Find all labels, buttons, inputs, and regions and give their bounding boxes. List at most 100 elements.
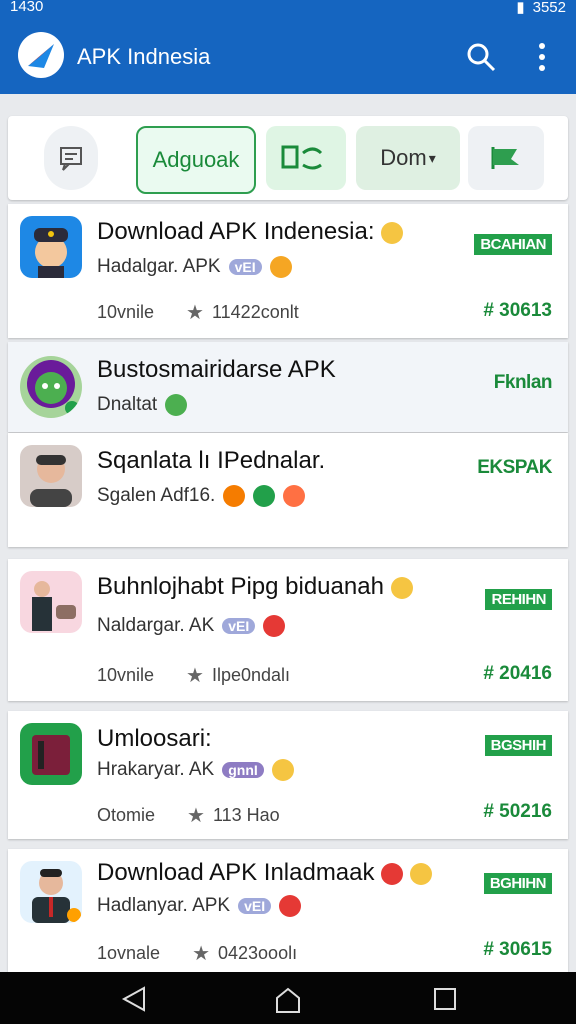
back-icon[interactable] <box>120 986 148 1012</box>
filter-bar: Adguoak Dom ▾ <box>8 116 568 200</box>
emoji-icon <box>279 895 302 917</box>
rating-text: 11422conlt <box>211 302 299 322</box>
recents-icon[interactable] <box>432 986 458 1012</box>
filter-chip-0[interactable]: Adguoak <box>136 126 256 194</box>
price-text: # 20416 <box>483 663 552 684</box>
system-nav-bar <box>0 972 576 1024</box>
chevron-down-icon: ▾ <box>428 149 436 166</box>
more-vert-icon[interactable] <box>536 42 548 77</box>
meta-line: 10vnile ★ Ilpe0ndalı <box>97 663 290 688</box>
star-icon: ★ <box>186 302 204 324</box>
status-bar: 1430 ▮ 3552 <box>0 0 576 20</box>
emoji-icon <box>381 862 404 885</box>
rating-text: 113 Hao <box>212 805 280 825</box>
app-row[interactable]: Umloosari: Hrakaryar. AK gnnI Otomie ★ 1… <box>8 711 568 839</box>
developer-line: Hadalgar. APK vEI <box>97 256 292 278</box>
status-time: 1430 <box>10 0 44 15</box>
status-badge: BGHIHN <box>483 873 552 894</box>
app-title-text: Bustosmairidarse APK <box>97 356 336 383</box>
emoji-icon <box>283 485 306 507</box>
app-title-label: Download APK Inladmaak <box>97 859 375 886</box>
app-icon <box>20 216 82 278</box>
app-row[interactable]: Download APK Inladmaak Hadlanyar. APK vE… <box>8 849 568 973</box>
battery-icon: ▮ <box>516 0 525 16</box>
developer-name: Naldargar. AK <box>97 615 215 636</box>
filter-chip-1[interactable]: Dom ▾ <box>356 126 460 190</box>
star-icon: ★ <box>187 805 205 827</box>
download-count: 10vnile <box>97 665 155 685</box>
download-count: 1ovnale <box>97 943 161 963</box>
app-title-text: Sqanlata lı IPednalar. <box>97 447 326 474</box>
emoji-icon <box>269 256 292 278</box>
app-title-text: Buhnlojhabt Pipg biduanah <box>97 573 413 601</box>
status-badge: REHIHN <box>485 589 552 610</box>
flag-filter-button[interactable] <box>468 126 544 190</box>
tag-pill: vEI <box>238 898 272 914</box>
app-row[interactable]: Buhnlojhabt Pipg biduanah Naldargar. AK … <box>8 559 568 701</box>
emoji-icon <box>223 485 246 507</box>
developer-name: Hrakaryar. AK <box>97 759 215 780</box>
meta-line: Otomie ★ 113 Hao <box>97 803 280 828</box>
download-count: Otomie <box>97 805 156 825</box>
app-title: APK Indnesia <box>77 44 211 69</box>
app-title-text: Download APK Inladmaak <box>97 859 432 887</box>
search-icon[interactable] <box>466 42 496 77</box>
app-icon <box>20 723 82 785</box>
tag-pill: vEI <box>222 618 256 634</box>
download-count: 10vnile <box>97 302 155 322</box>
rating-text: 0423ooolı <box>218 943 298 963</box>
status-badge: EKSPAK <box>477 457 552 478</box>
filter-chip-1-label: Dom <box>380 145 427 170</box>
tag-pill: vEI <box>228 259 262 275</box>
price-text: # 30615 <box>483 939 552 960</box>
chat-icon <box>60 147 82 171</box>
developer-line: Sgalen Adf16. <box>97 485 306 507</box>
star-icon: ★ <box>192 943 210 965</box>
developer-line: Dnaltat <box>97 394 188 416</box>
app-icon <box>20 861 82 923</box>
meta-line: 1ovnale ★ 0423ooolı <box>97 941 297 966</box>
app-row[interactable]: Sqanlata lı IPednalar. Sgalen Adf16. EKS… <box>8 433 568 547</box>
app-row[interactable]: Bustosmairidarse APK Dnaltat Fknlan <box>8 342 568 432</box>
status-battery-text: 3552 <box>532 0 566 16</box>
status-badge: BCAHIAN <box>474 234 552 255</box>
status-badge: Fknlan <box>493 372 553 393</box>
tag-pill: gnnI <box>222 762 264 778</box>
emoji-icon <box>381 221 404 244</box>
app-logo <box>18 32 64 78</box>
status-badge: BGSHIH <box>484 735 552 756</box>
developer-line: Hadlanyar. APK vEI <box>97 895 302 917</box>
pc-filter-button[interactable] <box>266 126 346 190</box>
meta-line: 10vnile ★ 11422conlt <box>97 300 299 325</box>
emoji-icon <box>253 485 276 507</box>
app-icon <box>20 356 82 418</box>
status-icons: ▮ 3552 <box>516 0 566 16</box>
developer-name: Hadalgar. APK <box>97 256 221 277</box>
pc-icon <box>281 145 323 170</box>
app-title-text: Download APK Indenesia: <box>97 218 404 246</box>
emoji-icon <box>271 759 294 781</box>
developer-line: Naldargar. AK vEI <box>97 615 286 637</box>
flag-icon <box>491 147 519 169</box>
developer-line: Hrakaryar. AK gnnI <box>97 759 294 781</box>
emoji-icon <box>390 576 413 599</box>
content-area: Adguoak Dom ▾ Download APK Indenesia: Ha… <box>8 116 568 973</box>
developer-name: Sgalen Adf16. <box>97 485 216 506</box>
emoji-icon <box>263 615 286 637</box>
star-icon: ★ <box>186 665 204 687</box>
app-row[interactable]: Download APK Indenesia: Hadalgar. APK vE… <box>8 204 568 338</box>
chat-filter-button[interactable] <box>44 126 98 190</box>
app-bar: APK Indnesia <box>0 20 576 94</box>
app-icon <box>20 445 82 507</box>
home-icon[interactable] <box>274 986 302 1014</box>
price-text: # 30613 <box>483 300 552 321</box>
app-icon <box>20 571 82 633</box>
app-title-label: Buhnlojhabt Pipg biduanah <box>97 573 384 600</box>
emoji-icon <box>165 394 188 416</box>
price-text: # 50216 <box>483 801 552 822</box>
developer-name: Dnaltat <box>97 394 158 415</box>
emoji-icon <box>409 862 432 885</box>
developer-name: Hadlanyar. APK <box>97 895 231 916</box>
app-title-text: Umloosari: <box>97 725 212 752</box>
rating-text: Ilpe0ndalı <box>211 665 291 685</box>
